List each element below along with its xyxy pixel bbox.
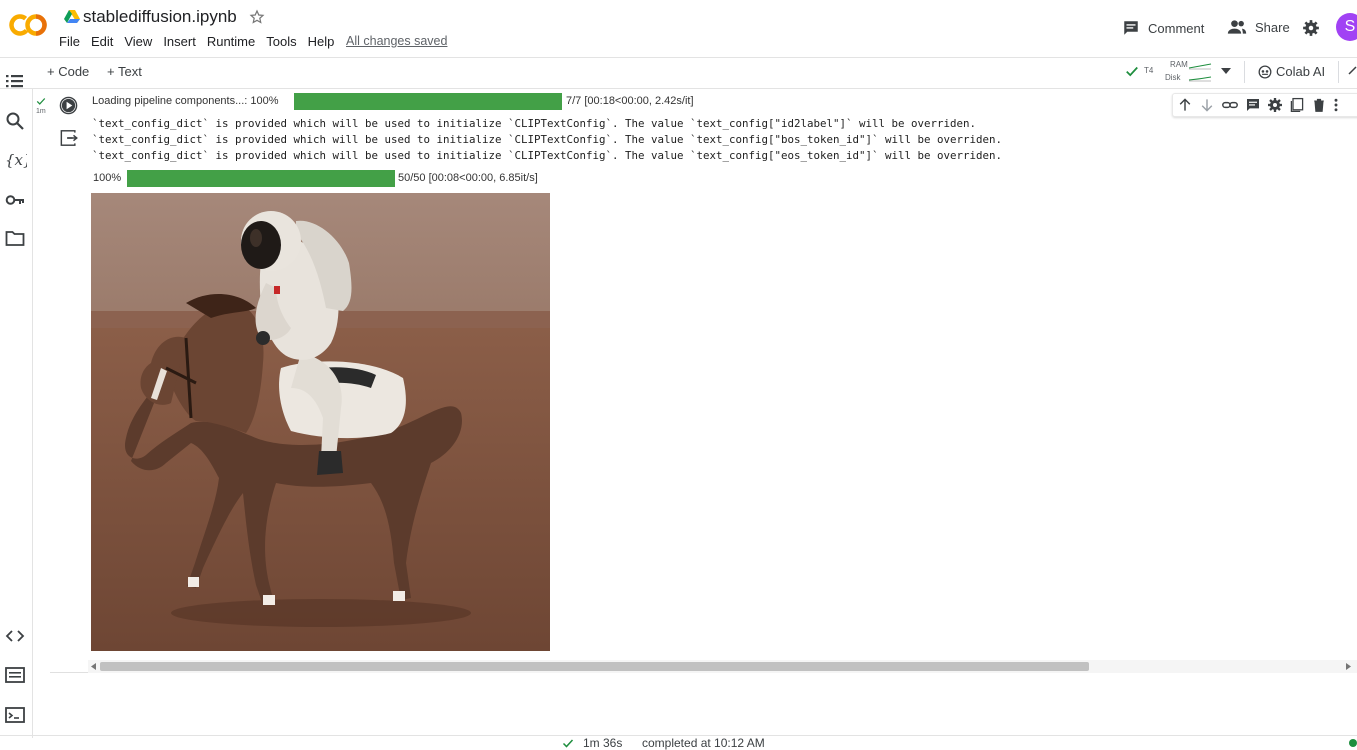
- secrets-key-icon[interactable]: [5, 190, 25, 210]
- colab-ai-button[interactable]: Colab AI: [1258, 64, 1325, 79]
- scrollbar-thumb[interactable]: [100, 662, 1089, 671]
- code-snippets-icon[interactable]: [5, 627, 25, 645]
- log-line: `text_config_dict` is provided which wil…: [92, 149, 1003, 162]
- comment-button[interactable]: Comment: [1122, 19, 1204, 37]
- account-avatar[interactable]: S: [1336, 13, 1357, 41]
- comment-label: Comment: [1148, 20, 1205, 36]
- status-elapsed-time[interactable]: 1m 36s: [583, 736, 622, 750]
- colab-ai-icon: [1258, 65, 1272, 79]
- share-button[interactable]: Share: [1227, 19, 1290, 35]
- runtime-type-label: T4: [1144, 66, 1154, 75]
- move-down-icon[interactable]: [1199, 97, 1215, 113]
- menu-bar: File Edit View Insert Runtime Tools Help: [59, 34, 345, 49]
- settings-icon[interactable]: [1267, 97, 1283, 113]
- notebook-toolbar: [0, 57, 1357, 89]
- google-drive-icon: [64, 9, 80, 23]
- share-label: Share: [1255, 19, 1290, 35]
- log-line: `text_config_dict` is provided which wil…: [92, 117, 977, 130]
- execution-time: 1m: [36, 108, 46, 115]
- colab-ai-label: Colab AI: [1276, 64, 1326, 79]
- scroll-left-arrow-icon[interactable]: [91, 663, 96, 670]
- pipeline-progress-bar: [294, 93, 562, 110]
- chevron-down-icon[interactable]: [1221, 68, 1231, 74]
- inference-progress-label: 100%: [93, 172, 122, 184]
- mirror-cell-icon[interactable]: [1289, 97, 1305, 113]
- add-code-button[interactable]: + Code: [47, 64, 89, 79]
- menu-help[interactable]: Help: [308, 34, 335, 49]
- connection-status-dot: [1349, 739, 1357, 747]
- clear-output-icon[interactable]: [60, 129, 78, 147]
- menu-tools[interactable]: Tools: [266, 34, 296, 49]
- execution-success-icon: [36, 96, 46, 106]
- notebook-title[interactable]: stablediffusion.ipynb: [83, 7, 237, 27]
- sidebar-divider: [32, 88, 33, 738]
- pipeline-progress-stats: 7/7 [00:18<00:00, 2.42s/it]: [566, 95, 694, 107]
- comment-icon[interactable]: [1245, 97, 1261, 113]
- svg-text:{x}: {x}: [5, 151, 27, 169]
- ram-label: RAM: [1170, 60, 1188, 69]
- table-of-contents-icon[interactable]: [5, 72, 25, 90]
- generated-image-astronaut-riding-horse: [91, 193, 550, 651]
- add-text-button[interactable]: + Text: [107, 64, 142, 79]
- comment-icon: [1122, 19, 1140, 37]
- toolbar-divider: [1244, 61, 1245, 83]
- log-line: `text_config_dict` is provided which wil…: [92, 133, 1003, 146]
- resource-usage-graph[interactable]: [1188, 61, 1212, 83]
- menu-runtime[interactable]: Runtime: [207, 34, 255, 49]
- delete-icon[interactable]: [1311, 97, 1327, 113]
- menu-insert[interactable]: Insert: [163, 34, 196, 49]
- inference-progress-stats: 50/50 [00:08<00:00, 6.85it/s]: [398, 172, 538, 184]
- gear-icon[interactable]: [1302, 19, 1320, 37]
- save-status-link[interactable]: All changes saved: [346, 34, 447, 48]
- command-palette-icon[interactable]: [5, 666, 25, 684]
- variables-icon[interactable]: {x}: [5, 150, 27, 170]
- files-folder-icon[interactable]: [5, 229, 25, 247]
- menu-edit[interactable]: Edit: [91, 34, 113, 49]
- connected-check-icon[interactable]: [1125, 64, 1139, 78]
- menu-view[interactable]: View: [124, 34, 152, 49]
- star-icon[interactable]: [249, 9, 265, 25]
- move-up-icon[interactable]: [1177, 97, 1193, 113]
- toolbar-divider: [1338, 61, 1339, 83]
- run-cell-button[interactable]: [59, 96, 78, 115]
- menu-file[interactable]: File: [59, 34, 80, 49]
- status-completed-time[interactable]: completed at 10:12 AM: [642, 736, 765, 750]
- inference-progress-bar: [127, 170, 395, 187]
- disk-label: Disk: [1165, 73, 1181, 82]
- more-icon[interactable]: [1333, 97, 1339, 113]
- terminal-icon[interactable]: [5, 706, 25, 724]
- collapse-header-icon[interactable]: [1348, 66, 1357, 76]
- pipeline-progress-label: Loading pipeline components...: 100%: [92, 95, 279, 107]
- search-icon[interactable]: [5, 111, 25, 131]
- scroll-right-arrow-icon[interactable]: [1346, 663, 1351, 670]
- link-icon[interactable]: [1221, 97, 1239, 113]
- colab-logo[interactable]: [9, 11, 47, 39]
- cell-toolbar: [1172, 93, 1357, 117]
- people-icon: [1227, 19, 1247, 35]
